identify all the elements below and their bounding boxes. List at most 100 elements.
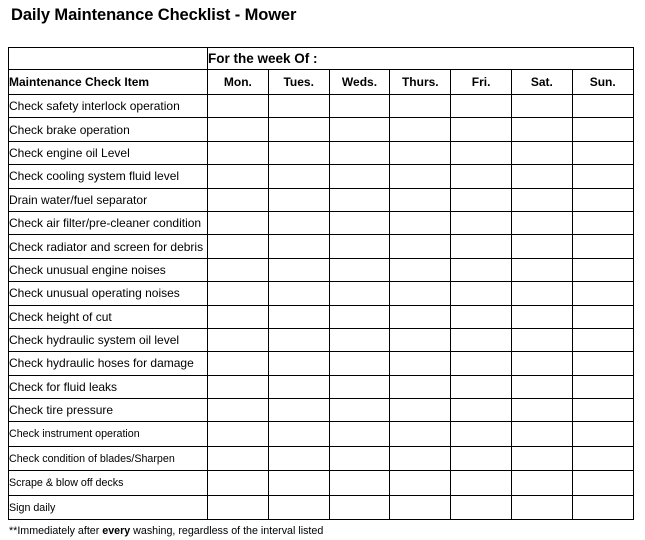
checkbox-cell[interactable]: [510, 281, 573, 306]
checkbox-cell[interactable]: [267, 398, 330, 423]
checkbox-cell[interactable]: [267, 164, 330, 189]
checkbox-cell[interactable]: [389, 494, 452, 521]
checkbox-cell[interactable]: [450, 93, 512, 119]
checkbox-cell[interactable]: [267, 117, 330, 142]
checkbox-cell[interactable]: [267, 327, 330, 353]
checkbox-cell[interactable]: [450, 470, 512, 496]
checkbox-cell[interactable]: [571, 494, 634, 521]
checkbox-cell[interactable]: [328, 187, 391, 212]
checkbox-cell[interactable]: [450, 421, 512, 447]
checkbox-cell[interactable]: [328, 494, 391, 521]
checkbox-cell[interactable]: [328, 257, 391, 283]
checkbox-cell[interactable]: [267, 470, 330, 496]
week-of-label[interactable]: For the week Of :: [207, 47, 634, 70]
checkbox-cell[interactable]: [571, 210, 634, 236]
checkbox-cell[interactable]: [207, 304, 269, 329]
checkbox-cell[interactable]: [450, 398, 512, 423]
checkbox-cell[interactable]: [510, 494, 573, 521]
checkbox-cell[interactable]: [389, 445, 452, 472]
checkbox-cell[interactable]: [267, 494, 330, 521]
checkbox-cell[interactable]: [571, 327, 634, 353]
checkbox-cell[interactable]: [267, 374, 330, 400]
checkbox-cell[interactable]: [450, 117, 512, 142]
checkbox-cell[interactable]: [328, 164, 391, 189]
checkbox-cell[interactable]: [389, 374, 452, 400]
checkbox-cell[interactable]: [389, 421, 452, 447]
checkbox-cell[interactable]: [328, 421, 391, 447]
checkbox-cell[interactable]: [389, 281, 452, 306]
checkbox-cell[interactable]: [510, 164, 573, 189]
checkbox-cell[interactable]: [510, 374, 573, 400]
checkbox-cell[interactable]: [267, 351, 330, 376]
checkbox-cell[interactable]: [510, 470, 573, 496]
checkbox-cell[interactable]: [207, 281, 269, 306]
checkbox-cell[interactable]: [510, 117, 573, 142]
checkbox-cell[interactable]: [207, 187, 269, 212]
checkbox-cell[interactable]: [389, 117, 452, 142]
checkbox-cell[interactable]: [571, 164, 634, 189]
checkbox-cell[interactable]: [267, 140, 330, 166]
checkbox-cell[interactable]: [389, 187, 452, 212]
checkbox-cell[interactable]: [267, 187, 330, 212]
checkbox-cell[interactable]: [328, 374, 391, 400]
checkbox-cell[interactable]: [510, 187, 573, 212]
checkbox-cell[interactable]: [207, 421, 269, 447]
checkbox-cell[interactable]: [510, 398, 573, 423]
checkbox-cell[interactable]: [571, 470, 634, 496]
checkbox-cell[interactable]: [207, 164, 269, 189]
checkbox-cell[interactable]: [207, 93, 269, 119]
checkbox-cell[interactable]: [510, 93, 573, 119]
checkbox-cell[interactable]: [571, 421, 634, 447]
checkbox-cell[interactable]: [450, 304, 512, 329]
checkbox-cell[interactable]: [389, 93, 452, 119]
checkbox-cell[interactable]: [328, 117, 391, 142]
checkbox-cell[interactable]: [389, 257, 452, 283]
checkbox-cell[interactable]: [571, 93, 634, 119]
checkbox-cell[interactable]: [389, 351, 452, 376]
checkbox-cell[interactable]: [207, 140, 269, 166]
checkbox-cell[interactable]: [207, 398, 269, 423]
checkbox-cell[interactable]: [571, 304, 634, 329]
checkbox-cell[interactable]: [450, 351, 512, 376]
checkbox-cell[interactable]: [267, 234, 330, 259]
checkbox-cell[interactable]: [389, 398, 452, 423]
checkbox-cell[interactable]: [450, 234, 512, 259]
checkbox-cell[interactable]: [571, 257, 634, 283]
checkbox-cell[interactable]: [450, 164, 512, 189]
checkbox-cell[interactable]: [571, 140, 634, 166]
checkbox-cell[interactable]: [571, 281, 634, 306]
checkbox-cell[interactable]: [450, 210, 512, 236]
checkbox-cell[interactable]: [510, 234, 573, 259]
checkbox-cell[interactable]: [389, 470, 452, 496]
checkbox-cell[interactable]: [267, 257, 330, 283]
checkbox-cell[interactable]: [207, 327, 269, 353]
checkbox-cell[interactable]: [267, 93, 330, 119]
checkbox-cell[interactable]: [510, 304, 573, 329]
checkbox-cell[interactable]: [571, 398, 634, 423]
checkbox-cell[interactable]: [571, 351, 634, 376]
checkbox-cell[interactable]: [328, 281, 391, 306]
checkbox-cell[interactable]: [328, 93, 391, 119]
checkbox-cell[interactable]: [571, 234, 634, 259]
checkbox-cell[interactable]: [389, 140, 452, 166]
checkbox-cell[interactable]: [328, 210, 391, 236]
checkbox-cell[interactable]: [450, 281, 512, 306]
checkbox-cell[interactable]: [510, 140, 573, 166]
checkbox-cell[interactable]: [328, 140, 391, 166]
checkbox-cell[interactable]: [207, 257, 269, 283]
checkbox-cell[interactable]: [389, 210, 452, 236]
checkbox-cell[interactable]: [571, 374, 634, 400]
checkbox-cell[interactable]: [571, 117, 634, 142]
checkbox-cell[interactable]: [207, 374, 269, 400]
checkbox-cell[interactable]: [328, 445, 391, 472]
checkbox-cell[interactable]: [510, 351, 573, 376]
checkbox-cell[interactable]: [328, 470, 391, 496]
checkbox-cell[interactable]: [267, 210, 330, 236]
checkbox-cell[interactable]: [267, 281, 330, 306]
checkbox-cell[interactable]: [207, 210, 269, 236]
checkbox-cell[interactable]: [389, 327, 452, 353]
checkbox-cell[interactable]: [510, 421, 573, 447]
checkbox-cell[interactable]: [571, 445, 634, 472]
checkbox-cell[interactable]: [510, 257, 573, 283]
checkbox-cell[interactable]: [207, 470, 269, 496]
